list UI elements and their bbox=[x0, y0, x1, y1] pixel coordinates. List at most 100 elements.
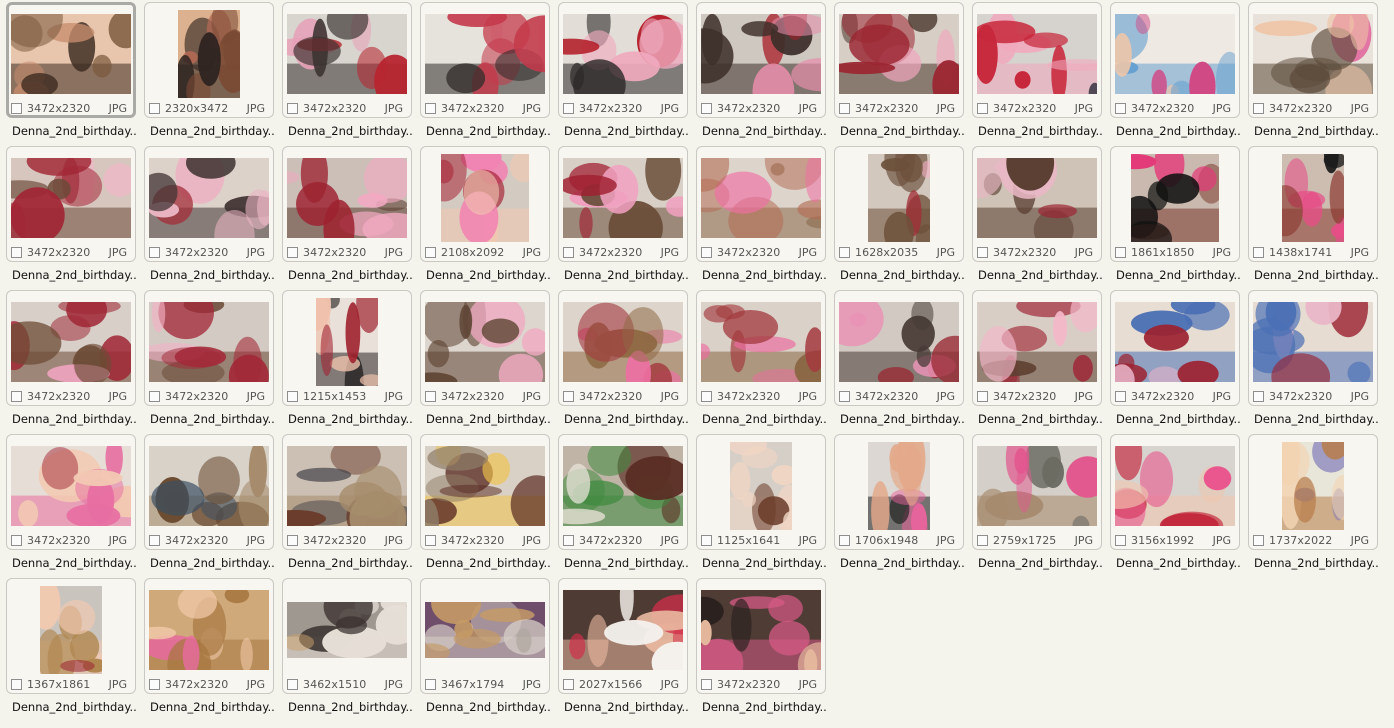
select-checkbox[interactable] bbox=[287, 103, 298, 114]
file-item[interactable]: 3472x2320 JPG Denna_2nd_birthday... bbox=[558, 146, 690, 290]
file-item[interactable]: 3472x2320 JPG Denna_2nd_birthday... bbox=[972, 290, 1104, 434]
select-checkbox[interactable] bbox=[839, 535, 850, 546]
photo-thumbnail[interactable] bbox=[149, 446, 269, 526]
thumbnail-card[interactable]: 3472x2320 JPG bbox=[420, 2, 550, 118]
file-item[interactable]: 3472x2320 JPG Denna_2nd_birthday... bbox=[558, 2, 690, 146]
select-checkbox[interactable] bbox=[839, 247, 850, 258]
file-item[interactable]: 1125x1641 JPG Denna_2nd_birthday... bbox=[696, 434, 828, 578]
photo-thumbnail[interactable] bbox=[425, 14, 545, 94]
thumbnail-card[interactable]: 1628x2035 JPG bbox=[834, 146, 964, 262]
file-name[interactable]: Denna_2nd_birthday... bbox=[702, 124, 828, 138]
photo-thumbnail[interactable] bbox=[287, 446, 407, 526]
photo-thumbnail[interactable] bbox=[1282, 442, 1344, 530]
file-name[interactable]: Denna_2nd_birthday... bbox=[840, 556, 966, 570]
select-checkbox[interactable] bbox=[11, 247, 22, 258]
file-name[interactable]: Denna_2nd_birthday... bbox=[1116, 124, 1242, 138]
photo-thumbnail[interactable] bbox=[1115, 302, 1235, 382]
file-name[interactable]: Denna_2nd_birthday... bbox=[702, 412, 828, 426]
file-item[interactable]: 3472x2320 JPG Denna_2nd_birthday... bbox=[1110, 290, 1242, 434]
photo-thumbnail[interactable] bbox=[977, 446, 1097, 526]
file-name[interactable]: Denna_2nd_birthday... bbox=[150, 412, 276, 426]
photo-thumbnail[interactable] bbox=[425, 602, 545, 658]
photo-thumbnail[interactable] bbox=[977, 302, 1097, 382]
select-checkbox[interactable] bbox=[287, 535, 298, 546]
thumbnail-card[interactable]: 3472x2320 JPG bbox=[834, 2, 964, 118]
photo-thumbnail[interactable] bbox=[287, 158, 407, 238]
photo-thumbnail[interactable] bbox=[563, 590, 683, 670]
file-name[interactable]: Denna_2nd_birthday... bbox=[840, 412, 966, 426]
select-checkbox[interactable] bbox=[11, 391, 22, 402]
photo-thumbnail[interactable] bbox=[287, 602, 407, 658]
file-name[interactable]: Denna_2nd_birthday... bbox=[1116, 556, 1242, 570]
select-checkbox[interactable] bbox=[149, 391, 160, 402]
thumbnail-card[interactable]: 3472x2320 JPG bbox=[696, 578, 826, 694]
file-name[interactable]: Denna_2nd_birthday... bbox=[426, 412, 552, 426]
file-name[interactable]: Denna_2nd_birthday... bbox=[564, 556, 690, 570]
select-checkbox[interactable] bbox=[425, 103, 436, 114]
thumbnail-card[interactable]: 3472x2320 JPG bbox=[1110, 2, 1240, 118]
file-item[interactable]: 3472x2320 JPG Denna_2nd_birthday... bbox=[972, 2, 1104, 146]
file-name[interactable]: Denna_2nd_birthday... bbox=[150, 556, 276, 570]
file-item[interactable]: 3472x2320 JPG Denna_2nd_birthday... bbox=[1248, 290, 1380, 434]
file-item[interactable]: 3472x2320 JPG Denna_2nd_birthday... bbox=[144, 434, 276, 578]
photo-thumbnail[interactable] bbox=[11, 158, 131, 238]
select-checkbox[interactable] bbox=[701, 247, 712, 258]
photo-thumbnail[interactable] bbox=[1131, 154, 1219, 242]
select-checkbox[interactable] bbox=[839, 391, 850, 402]
file-name[interactable]: Denna_2nd_birthday... bbox=[1254, 124, 1380, 138]
thumbnail-card[interactable]: 3472x2320 JPG bbox=[558, 2, 688, 118]
photo-thumbnail[interactable] bbox=[149, 590, 269, 670]
file-name[interactable]: Denna_2nd_birthday... bbox=[12, 268, 138, 282]
thumbnail-card[interactable]: 3467x1794 JPG bbox=[420, 578, 550, 694]
thumbnail-card[interactable]: 3462x1510 JPG bbox=[282, 578, 412, 694]
file-name[interactable]: Denna_2nd_birthday... bbox=[12, 412, 138, 426]
file-item[interactable]: 3472x2320 JPG Denna_2nd_birthday... bbox=[6, 2, 138, 146]
file-item[interactable]: 3472x2320 JPG Denna_2nd_birthday... bbox=[282, 146, 414, 290]
file-item[interactable]: 1706x1948 JPG Denna_2nd_birthday... bbox=[834, 434, 966, 578]
thumbnail-card[interactable]: 3472x2320 JPG bbox=[1248, 2, 1378, 118]
thumbnail-card[interactable]: 3472x2320 JPG bbox=[420, 434, 550, 550]
select-checkbox[interactable] bbox=[1253, 247, 1264, 258]
file-item[interactable]: 3472x2320 JPG Denna_2nd_birthday... bbox=[282, 2, 414, 146]
file-name[interactable]: Denna_2nd_birthday... bbox=[1116, 268, 1242, 282]
file-item[interactable]: 3472x2320 JPG Denna_2nd_birthday... bbox=[1110, 2, 1242, 146]
file-name[interactable]: Denna_2nd_birthday... bbox=[12, 124, 138, 138]
thumbnail-card[interactable]: 1706x1948 JPG bbox=[834, 434, 964, 550]
photo-thumbnail[interactable] bbox=[11, 302, 131, 382]
photo-thumbnail[interactable] bbox=[977, 158, 1097, 238]
file-name[interactable]: Denna_2nd_birthday... bbox=[288, 268, 414, 282]
thumbnail-card[interactable]: 1215x1453 JPG bbox=[282, 290, 412, 406]
file-item[interactable]: 1737x2022 JPG Denna_2nd_birthday... bbox=[1248, 434, 1380, 578]
select-checkbox[interactable] bbox=[1115, 103, 1126, 114]
file-item[interactable]: 2108x2092 JPG Denna_2nd_birthday... bbox=[420, 146, 552, 290]
file-item[interactable]: 3472x2320 JPG Denna_2nd_birthday... bbox=[558, 290, 690, 434]
file-name[interactable]: Denna_2nd_birthday... bbox=[1254, 412, 1380, 426]
thumbnail-card[interactable]: 2027x1566 JPG bbox=[558, 578, 688, 694]
photo-thumbnail[interactable] bbox=[563, 14, 683, 94]
file-item[interactable]: 3472x2320 JPG Denna_2nd_birthday... bbox=[6, 290, 138, 434]
thumbnail-card[interactable]: 3472x2320 JPG bbox=[558, 290, 688, 406]
file-name[interactable]: Denna_2nd_birthday... bbox=[150, 268, 276, 282]
select-checkbox[interactable] bbox=[287, 247, 298, 258]
file-name[interactable]: Denna_2nd_birthday... bbox=[426, 556, 552, 570]
file-item[interactable]: 3472x2320 JPG Denna_2nd_birthday... bbox=[696, 146, 828, 290]
select-checkbox[interactable] bbox=[977, 103, 988, 114]
file-item[interactable]: 2027x1566 JPG Denna_2nd_birthday... bbox=[558, 578, 690, 722]
select-checkbox[interactable] bbox=[563, 679, 574, 690]
file-item[interactable]: 3472x2320 JPG Denna_2nd_birthday... bbox=[420, 2, 552, 146]
photo-thumbnail[interactable] bbox=[178, 10, 240, 98]
thumbnail-card[interactable]: 1367x1861 JPG bbox=[6, 578, 136, 694]
thumbnail-card[interactable]: 3156x1992 JPG bbox=[1110, 434, 1240, 550]
select-checkbox[interactable] bbox=[977, 247, 988, 258]
file-item[interactable]: 1215x1453 JPG Denna_2nd_birthday... bbox=[282, 290, 414, 434]
select-checkbox[interactable] bbox=[1253, 391, 1264, 402]
file-name[interactable]: Denna_2nd_birthday... bbox=[288, 700, 414, 714]
select-checkbox[interactable] bbox=[563, 391, 574, 402]
thumbnail-card[interactable]: 3472x2320 JPG bbox=[558, 146, 688, 262]
photo-thumbnail[interactable] bbox=[149, 302, 269, 382]
file-item[interactable]: 3472x2320 JPG Denna_2nd_birthday... bbox=[420, 290, 552, 434]
file-name[interactable]: Denna_2nd_birthday... bbox=[12, 700, 138, 714]
photo-thumbnail[interactable] bbox=[563, 302, 683, 382]
photo-thumbnail[interactable] bbox=[40, 586, 102, 674]
select-checkbox[interactable] bbox=[1115, 391, 1126, 402]
